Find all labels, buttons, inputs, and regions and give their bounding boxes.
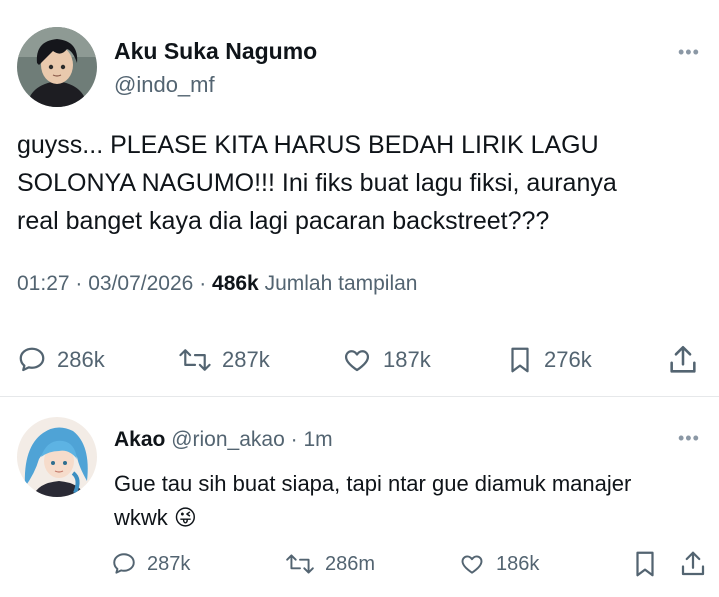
meta-separator: · [75,272,89,295]
tweet-meta: 01:27 · 03/07/2026 · 486k Jumlah tampila… [17,272,417,296]
bookmark-button[interactable]: 276k [506,340,592,380]
retweet-count: 287k [222,347,270,372]
author-display-name[interactable]: Aku Suka Nagumo [114,38,317,65]
avatar-anime-boy-image [17,27,97,107]
reply-display-name[interactable]: Akao [114,428,165,451]
more-dots-icon[interactable]: ••• [678,428,700,449]
reply-reply-button[interactable]: 287k [111,547,190,581]
author-handle[interactable]: @indo_mf [114,72,215,98]
bookmark-count: 276k [544,347,592,372]
tweet-text-line: real banget kaya dia lagi pacaran backst… [17,207,550,235]
avatar-anime-girl-image [17,417,97,497]
reply-button[interactable]: 286k [17,340,105,380]
speech-bubble-icon [19,347,45,372]
share-icon [681,551,705,576]
speech-bubble-icon [113,553,135,574]
divider [0,396,719,397]
reply-bookmark-button[interactable] [632,547,658,581]
reply-text: Gue tau sih buat siapa, tapi ntar gue di… [114,467,714,535]
meta-separator: · [290,428,304,451]
views-count: 486k [212,272,259,295]
bookmark-icon [511,347,529,373]
reply-like-count: 186k [496,552,540,575]
reply-share-button[interactable] [678,547,708,581]
reply-like-button[interactable]: 186k [458,547,539,581]
reply-retweet-button[interactable]: 286m [285,547,375,581]
share-button[interactable] [666,340,700,380]
retweet-icon [179,349,211,371]
reply-count: 286k [57,347,105,372]
reply-text-word: wkwk [114,505,168,530]
like-count: 187k [383,347,431,372]
tweet-time[interactable]: 01:27 [17,272,70,295]
tweet-text-line: guyss... PLEASE KITA HARUS BEDAH LIRIK L… [17,131,599,159]
tweet-text-line: SOLONYA NAGUMO!!! Ini fiks buat lagu fik… [17,169,617,197]
reply-text-line: Gue tau sih buat siapa, tapi ntar gue di… [114,471,632,496]
bookmark-icon [636,551,654,577]
tweet-text: guyss... PLEASE KITA HARUS BEDAH LIRIK L… [17,126,702,240]
winking-tongue-emoji: 😜 [173,505,197,530]
reply-avatar[interactable] [17,417,97,497]
retweet-button[interactable]: 287k [178,340,270,380]
heart-icon [344,350,370,372]
avatar[interactable] [17,27,97,107]
more-dots-icon[interactable]: ••• [678,42,700,63]
reply-reply-count: 287k [147,552,191,575]
reply-header: Akao @rion_akao · 1m [114,428,333,452]
reply-age[interactable]: 1m [303,428,332,451]
reply-text-line-2: wkwk 😜 [114,501,714,535]
share-icon [670,345,696,373]
reply-retweet-count: 286m [325,552,376,575]
meta-separator: · [199,272,213,295]
reply-handle[interactable]: @rion_akao [171,428,285,451]
views-label: Jumlah tampilan [264,272,418,295]
tweet-date[interactable]: 03/07/2026 [88,272,193,295]
heart-icon [461,555,483,574]
like-button[interactable]: 187k [341,340,431,380]
retweet-icon [286,554,314,574]
